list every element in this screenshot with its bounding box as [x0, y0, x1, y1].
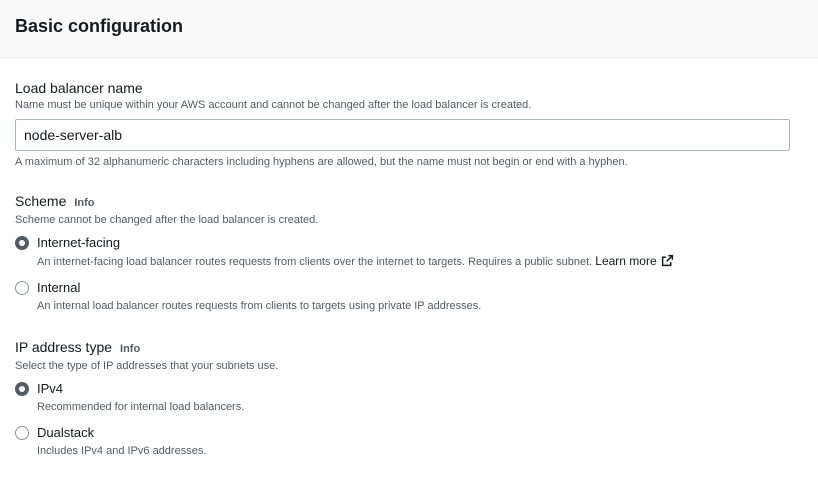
- scheme-option-description-text: An internet-facing load balancer routes …: [37, 256, 593, 268]
- ip-type-option-description: Recommended for internal load balancers.: [37, 401, 245, 413]
- scheme-option-internal[interactable]: Internal An internal load balancer route…: [15, 279, 790, 314]
- lb-name-constraint: A maximum of 32 alphanumeric characters …: [15, 156, 628, 168]
- ip-type-option-description: Includes IPv4 and IPv6 addresses.: [37, 445, 207, 457]
- ip-type-label-text: IP address type: [15, 339, 113, 355]
- panel-title: Basic configuration: [15, 16, 184, 36]
- scheme-option-label: Internal: [37, 280, 81, 295]
- basic-configuration-panel: Basic configuration Load balancer name N…: [0, 0, 818, 478]
- ip-type-option-label: IPv4: [37, 381, 64, 396]
- ip-type-option-ipv4[interactable]: IPv4 Recommended for internal load balan…: [15, 380, 790, 415]
- ip-type-option-dualstack[interactable]: Dualstack Includes IPv4 and IPv6 address…: [15, 424, 790, 459]
- scheme-info-link[interactable]: Info: [74, 197, 94, 209]
- ip-type-info-link[interactable]: Info: [120, 343, 140, 355]
- scheme-label: Scheme Info: [15, 192, 790, 212]
- scheme-option-description: An internet-facing load balancer routes …: [37, 254, 790, 270]
- scheme-option-description: An internal load balancer routes request…: [37, 300, 482, 312]
- scheme-field: Scheme Info Scheme cannot be changed afte…: [15, 192, 790, 314]
- scheme-label-text: Scheme: [15, 193, 67, 209]
- learn-more-link[interactable]: Learn more: [595, 254, 673, 268]
- radio-checked-icon[interactable]: [15, 382, 29, 396]
- ip-type-field: IP address type Info Select the type of I…: [15, 338, 790, 459]
- lb-name-description: Name must be unique within your AWS acco…: [15, 99, 532, 111]
- ip-type-label: IP address type Info: [15, 338, 790, 358]
- ip-type-description: Select the type of IP addresses that you…: [15, 360, 279, 372]
- scheme-option-label: Internet-facing: [37, 235, 121, 250]
- scheme-option-internet-facing[interactable]: Internet-facing An internet-facing load …: [15, 234, 790, 270]
- scheme-description: Scheme cannot be changed after the load …: [15, 214, 319, 226]
- radio-checked-icon[interactable]: [15, 236, 29, 250]
- learn-more-text[interactable]: Learn more: [595, 254, 656, 268]
- radio-unchecked-icon[interactable]: [15, 281, 29, 295]
- ip-type-option-label: Dualstack: [37, 425, 95, 440]
- panel-header: Basic configuration: [0, 0, 818, 58]
- lb-name-input[interactable]: [15, 119, 790, 151]
- lb-name-field: Load balancer name Name must be unique w…: [15, 79, 790, 170]
- external-link-icon[interactable]: [661, 254, 674, 267]
- lb-name-label: Load balancer name: [15, 80, 143, 96]
- radio-unchecked-icon[interactable]: [15, 426, 29, 440]
